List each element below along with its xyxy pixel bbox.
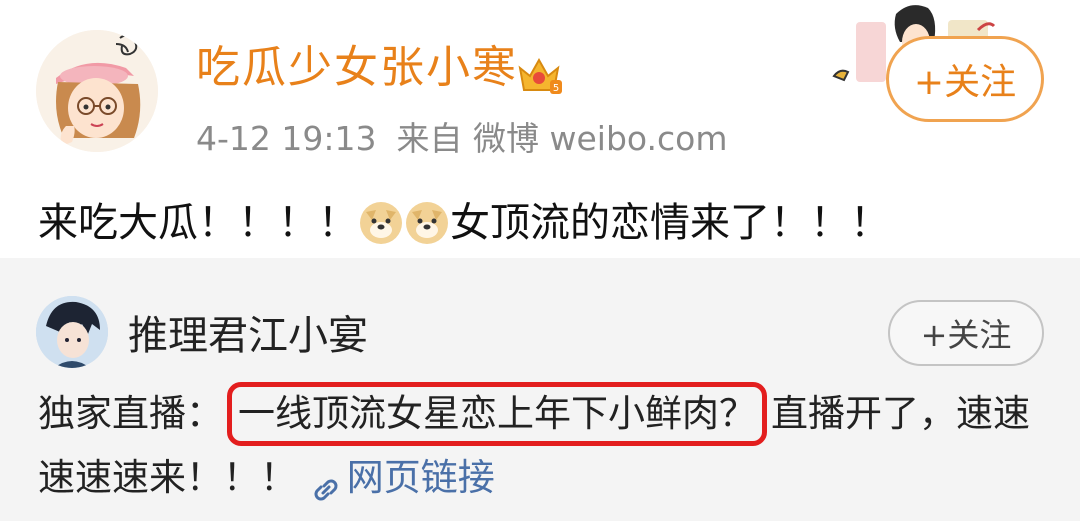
post-content-text-after: 女顶流的恋情来了！！！	[450, 200, 890, 246]
reposted-card[interactable]: 推理君江小宴 +关注 独家直播： 一线顶流女星恋上年下小鲜肉？ 直播开了，速速速速速…	[0, 258, 1080, 521]
repost-content: 独家直播： 一线顶流女星恋上年下小鲜肉？ 直播开了，速速速速速来！！！ 网页链接	[38, 382, 1058, 510]
vip-crown-icon: 5	[514, 52, 564, 98]
post-meta: 4-12 19:13 来自 微博 weibo.com	[196, 122, 747, 155]
highlighted-headline: 一线顶流女星恋上年下小鲜肉？	[227, 382, 767, 446]
doge-emoji-icon	[406, 202, 448, 244]
post-source: 来自 微博 weibo.com	[396, 119, 728, 158]
post-content: 来吃大瓜！！！！ 女顶流的恋情来了！！！	[38, 202, 890, 244]
post-content-text-before: 来吃大瓜！！！！	[38, 200, 358, 246]
post-date: 4-12 19:13	[196, 119, 377, 158]
doge-emoji-icon	[360, 202, 402, 244]
repost-prefix: 独家直播：	[38, 392, 223, 435]
user-avatar[interactable]	[36, 30, 158, 152]
repost-user-avatar[interactable]	[36, 296, 108, 368]
weibo-post: 吃瓜少女张小寒 5 4-12 19:13 来自 微博 weibo.com +关注 …	[0, 0, 1080, 258]
web-link-label[interactable]: 网页链接	[347, 456, 495, 499]
repost-username[interactable]: 推理君江小宴	[128, 316, 368, 356]
web-link[interactable]: 网页链接	[309, 456, 495, 500]
svg-text:5: 5	[553, 83, 559, 94]
follow-button[interactable]: +关注	[886, 36, 1044, 122]
repost-follow-button[interactable]: +关注	[888, 300, 1044, 366]
link-icon	[309, 463, 343, 500]
post-username[interactable]: 吃瓜少女张小寒	[196, 46, 518, 90]
